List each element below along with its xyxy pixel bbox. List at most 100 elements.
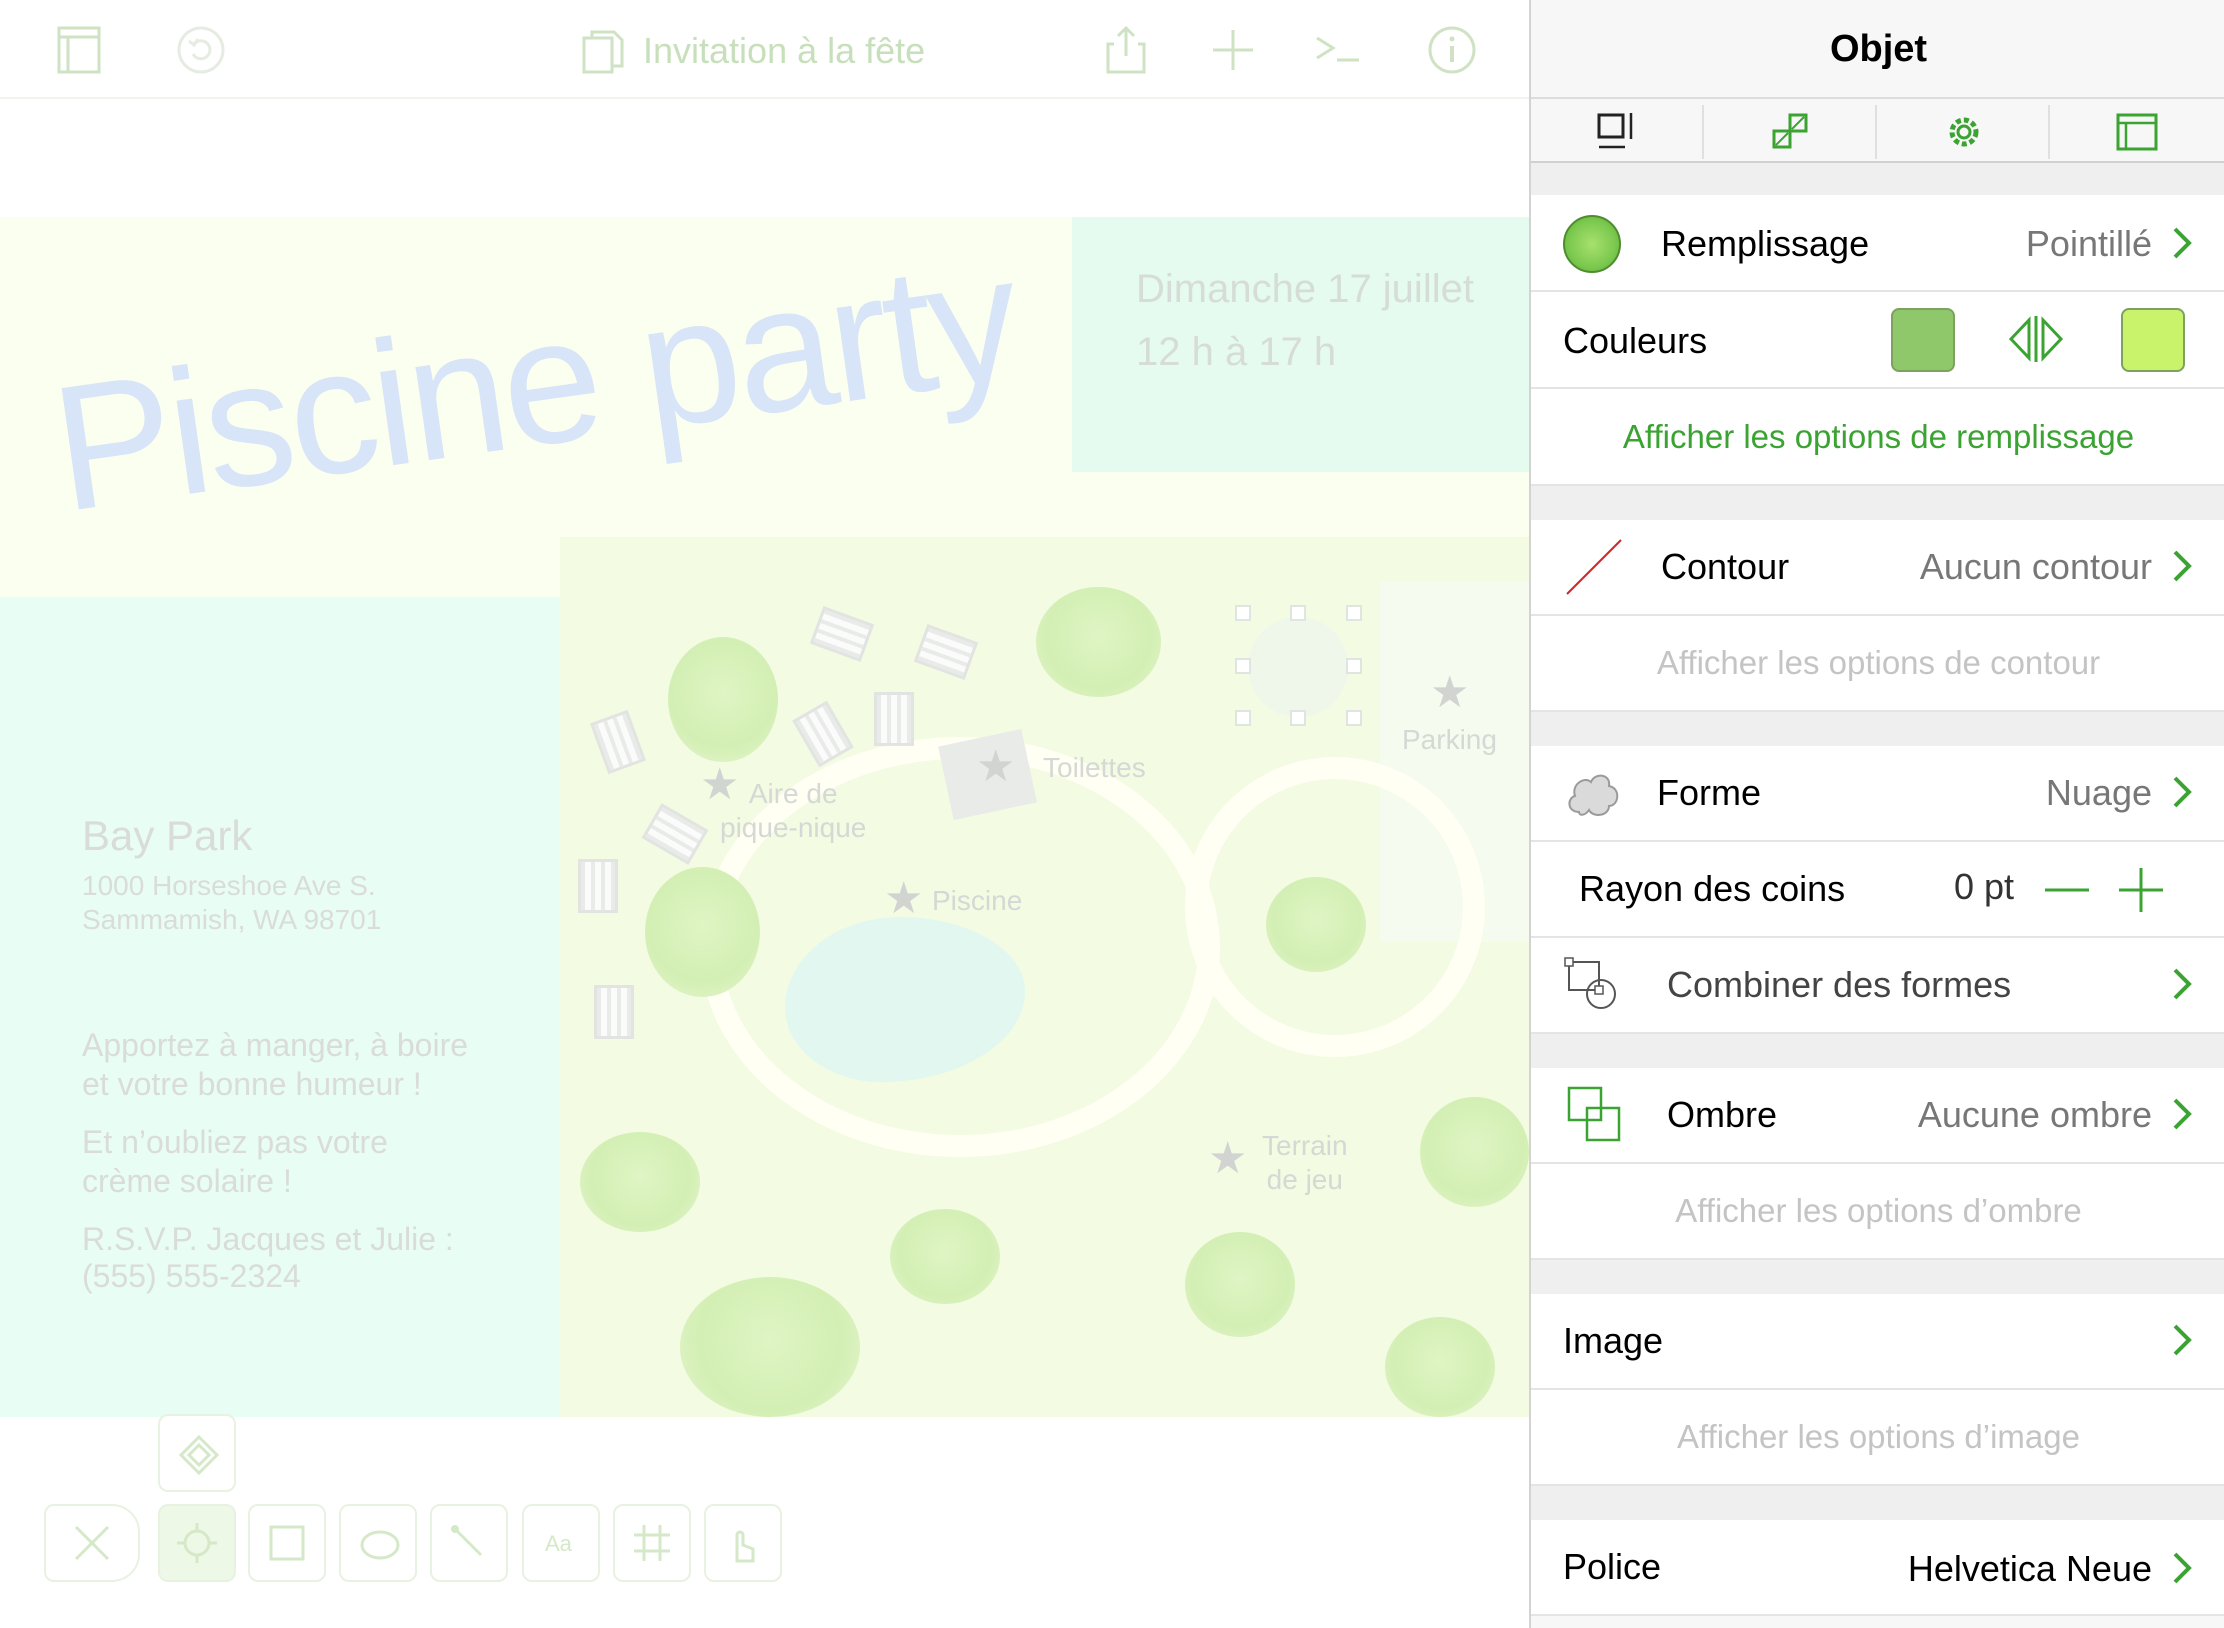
shadow-row[interactable]: Ombre Aucune ombre <box>1531 1068 2224 1164</box>
selection-handle[interactable] <box>1346 710 1362 726</box>
swap-colors-icon[interactable] <box>2005 314 2067 364</box>
selected-cloud-shape[interactable] <box>1248 617 1348 717</box>
map-label-toilets[interactable]: Toilettes <box>1043 751 1146 785</box>
invitation-artboard[interactable]: Piscine party Dimanche 17 juillet 12 h à… <box>0 217 1529 1417</box>
console-icon[interactable] <box>1313 24 1365 76</box>
sidebar-icon[interactable] <box>53 24 105 76</box>
arrange-icon <box>1772 113 1808 149</box>
text-icon: Aa <box>545 1531 573 1556</box>
eraser-tool[interactable] <box>44 1504 140 1582</box>
combine-shapes-row[interactable]: Combiner des formes <box>1531 938 2224 1034</box>
image-options-row: Afficher les options d’image <box>1531 1390 2224 1486</box>
inspector-panel: Objet Remplissage Pointillé Couleurs Aff… <box>1529 0 2224 1628</box>
stroke-value: Aucun contour <box>1919 546 2152 587</box>
selection-handle[interactable] <box>1346 658 1362 674</box>
hand-tool[interactable] <box>704 1504 782 1582</box>
shape-value: Nuage <box>2045 772 2152 813</box>
note-line-4[interactable]: crème solaire ! <box>82 1163 292 1200</box>
headline[interactable]: Piscine party <box>41 217 1027 552</box>
stroke-row[interactable]: Contour Aucun contour <box>1531 520 2224 616</box>
share-icon[interactable] <box>1100 24 1152 76</box>
note-line-3[interactable]: Et n’oubliez pas votre <box>82 1124 388 1161</box>
shadow-label: Ombre <box>1667 1094 1778 1135</box>
fill-options-link[interactable]: Afficher les options de remplissage <box>1531 418 2224 456</box>
picnic-bench[interactable] <box>594 985 634 1039</box>
tree[interactable] <box>1036 587 1161 697</box>
decrement-icon[interactable] <box>2043 870 2091 910</box>
address-line-1[interactable]: 1000 Horseshoe Ave S. <box>82 870 376 902</box>
map-label-parking[interactable]: Parking <box>1402 723 1497 757</box>
tree[interactable] <box>1266 877 1366 972</box>
tree[interactable] <box>580 1132 700 1232</box>
note-line-2[interactable]: et votre bonne humeur ! <box>82 1066 422 1103</box>
selection-handle[interactable] <box>1235 710 1251 726</box>
tree[interactable] <box>680 1277 860 1417</box>
selection-handle[interactable] <box>1290 710 1306 726</box>
color-swatch-1[interactable] <box>1891 308 1955 372</box>
stroke-options-row: Afficher les options de contour <box>1531 616 2224 712</box>
picnic-bench[interactable] <box>578 859 618 913</box>
svg-text:Aa: Aa <box>545 1531 573 1556</box>
point-editor-tool[interactable] <box>158 1414 236 1492</box>
fill-label: Remplissage <box>1661 223 1870 264</box>
undo-icon[interactable] <box>175 24 227 76</box>
fill-row[interactable]: Remplissage Pointillé <box>1531 195 2224 292</box>
picnic-line-2: pique-nique <box>720 812 867 843</box>
selection-handle[interactable] <box>1290 605 1306 621</box>
fill-options-row[interactable]: Afficher les options de remplissage <box>1531 389 2224 486</box>
image-row[interactable]: Image <box>1531 1294 2224 1390</box>
tree[interactable] <box>668 637 778 762</box>
shape-row[interactable]: Forme Nuage <box>1531 746 2224 842</box>
settings-tab[interactable] <box>1877 105 2050 159</box>
text-tool[interactable]: Aa <box>522 1504 600 1582</box>
grid-icon <box>634 1525 670 1561</box>
gear-icon <box>1949 117 1979 147</box>
event-date[interactable]: Dimanche 17 juillet <box>1136 267 1474 312</box>
inspector-header: Objet <box>1531 0 2224 99</box>
section-gap <box>1531 486 2224 520</box>
add-icon[interactable] <box>1207 24 1259 76</box>
map-label-pool[interactable]: Piscine <box>932 884 1022 918</box>
selection-handle[interactable] <box>1235 658 1251 674</box>
document-title[interactable]: Invitation à la fête <box>643 30 925 72</box>
chevron-right-icon <box>2171 1096 2195 1132</box>
corner-radius-label: Rayon des coins <box>1579 868 1846 909</box>
tree[interactable] <box>1385 1317 1495 1417</box>
lasso-tool[interactable] <box>339 1504 417 1582</box>
selection-handle[interactable] <box>1346 605 1362 621</box>
font-row[interactable]: Police Helvetica Neue <box>1531 1520 2224 1616</box>
section-gap <box>1531 1034 2224 1068</box>
section-gap <box>1531 163 2224 195</box>
pen-icon <box>451 1525 483 1557</box>
event-time[interactable]: 12 h à 17 h <box>1136 330 1336 375</box>
selection-handle[interactable] <box>1235 605 1251 621</box>
tree[interactable] <box>1420 1097 1529 1207</box>
venue-name[interactable]: Bay Park <box>82 812 252 860</box>
canvas-icon <box>2116 113 2158 151</box>
geometry-tab[interactable] <box>1531 105 1704 159</box>
section-gap <box>1531 1486 2224 1520</box>
selection-tool[interactable] <box>158 1504 236 1582</box>
note-line-1[interactable]: Apportez à manger, à boire <box>82 1027 468 1064</box>
diamond-icon <box>178 1434 220 1476</box>
stroke-label: Contour <box>1661 546 1790 587</box>
rsvp-line-2[interactable]: (555) 555-2324 <box>82 1258 301 1295</box>
picnic-bench[interactable] <box>874 692 914 746</box>
color-swatch-2[interactable] <box>2121 308 2185 372</box>
map-label-playground[interactable]: Terrain de jeu <box>1262 1129 1348 1197</box>
document-toolbar: Invitation à la fête <box>0 0 1529 99</box>
tree[interactable] <box>645 867 760 997</box>
tree[interactable] <box>890 1209 1000 1304</box>
shape-tool[interactable] <box>248 1504 326 1582</box>
pen-tool[interactable] <box>430 1504 508 1582</box>
diagram-tool[interactable] <box>613 1504 691 1582</box>
tree[interactable] <box>1185 1232 1295 1337</box>
canvas-tab[interactable] <box>2050 105 2223 159</box>
canvas-area[interactable]: Invitation à la fête Piscine party Diman… <box>0 0 1529 1628</box>
rsvp-line-1[interactable]: R.S.V.P. Jacques et Julie : <box>82 1221 454 1258</box>
arrange-tab[interactable] <box>1704 105 1877 159</box>
info-icon[interactable] <box>1426 24 1478 76</box>
increment-icon[interactable] <box>2117 866 2165 914</box>
address-line-2[interactable]: Sammamish, WA 98701 <box>82 904 381 936</box>
map-label-picnic[interactable]: Aire de pique-nique <box>720 777 866 845</box>
